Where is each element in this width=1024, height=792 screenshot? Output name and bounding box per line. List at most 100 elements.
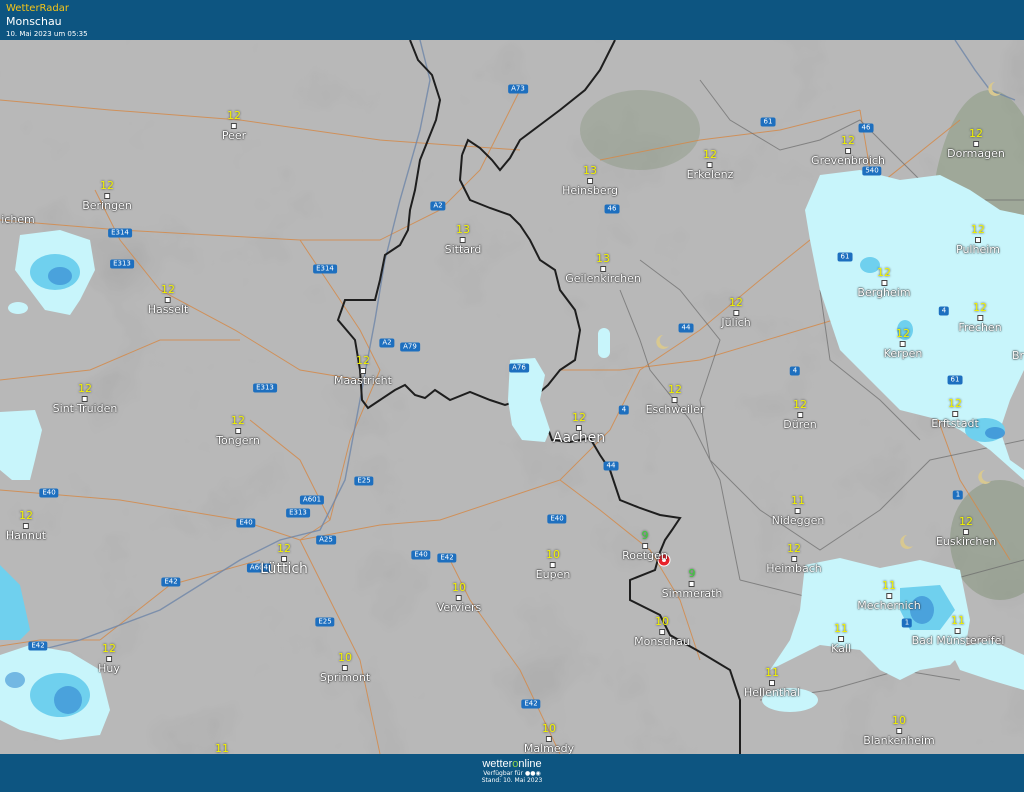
city-name: Simmerath [661,587,723,600]
city-name: Geilenkirchen [565,272,641,285]
city-marker[interactable]: 12 Pulheim [956,224,1000,256]
app-header: WetterRadar Monschau 10. Mai 2023 um 05:… [0,0,1024,40]
highway-shield: 4 [938,306,950,316]
city-marker[interactable]: 10 Eupen [536,549,571,581]
city-marker[interactable]: 11 Nideggen [772,495,825,527]
city-marker[interactable]: 12 Hasselt [148,284,189,316]
city-marker[interactable]: 12 Hannut [6,510,46,542]
city-temperature: 10 [452,581,466,594]
city-marker[interactable]: 12 Beringen [82,180,132,212]
city-name: Malmedy [523,742,575,755]
city-temperature: 9 [688,567,696,580]
city-temperature: 11 [764,666,779,679]
city-marker[interactable]: 11 Kall [831,623,851,655]
city-marker[interactable]: 12 Aachen [552,412,606,446]
city-marker[interactable]: 12 Bergheim [857,267,910,299]
highway-shield: 4 [789,366,801,376]
highway-shield: E42 [161,577,181,587]
city-temperature: 11 [881,579,896,592]
city-name: Erftstadt [931,417,979,430]
city-temperature: 12 [19,509,33,522]
city-temperature: 12 [230,414,245,427]
highway-shield: 540 [862,166,882,176]
city-temperature: 12 [356,354,370,367]
rain-heavy [5,672,25,688]
city-name: Huy [98,662,120,675]
highway-shield: E42 [521,699,541,709]
city-name: Maastricht [334,374,392,387]
city-marker[interactable]: 12 Lüttich [260,543,308,577]
city-marker[interactable]: 10 Monschau [634,616,690,648]
highway-shield: E314 [108,228,132,238]
city-marker[interactable]: 11 Mechernich [857,580,920,612]
city-name: Aachen [552,430,606,446]
city-temperature: 12 [100,179,114,192]
availability-text: Verfügbar für ●●◉ [483,770,541,777]
highway-shield: E42 [28,641,48,651]
city-name: Peer [221,129,247,142]
city-marker[interactable]: 12 Euskirchen [936,516,996,548]
city-marker[interactable]: 11 Hellenthal [744,667,800,699]
highway-shield: E40 [236,518,256,528]
city-marker[interactable]: 12 Sint-Truiden [53,383,118,415]
city-name: Hellenthal [744,686,800,699]
brand-logo[interactable]: wetteronline [0,758,1024,770]
city-marker[interactable]: 13 Heinsberg [562,165,618,197]
city-marker[interactable]: 12 Frechen [958,302,1001,334]
city-marker[interactable]: 12 Huy [98,643,120,675]
city-marker[interactable]: 12 Düren [783,399,816,431]
highway-shield: E313 [253,383,277,393]
highway-shield: E40 [411,550,431,560]
city-marker[interactable]: 12 Jülich [721,297,750,329]
highway-shield: A76 [509,363,529,373]
city-temperature: 13 [582,164,597,177]
highway-shield: E25 [354,476,374,486]
city-marker[interactable]: 13 Sittard [445,224,482,256]
city-name: Monschau [634,635,690,648]
city-temperature: 10 [655,615,669,628]
highway-shield: E25 [315,617,335,627]
city-temperature: 12 [161,283,175,296]
city-marker[interactable]: 12 Maastricht [334,355,392,387]
city-marker[interactable]: 12 Erkelenz [687,149,734,181]
city-temperature: 12 [896,327,910,340]
rain-light [598,328,610,358]
highway-shield: 4 [618,405,630,415]
city-marker[interactable]: 10 Malmedy [523,723,575,755]
city-marker[interactable]: 9 Roetgen [622,530,668,562]
city-marker[interactable]: 12 Dormagen [947,128,1005,160]
city-marker[interactable]: 12 Tongern [216,415,260,447]
city-marker[interactable]: 12 Grevenbroich [811,135,885,167]
city-marker[interactable]: 13 Geilenkirchen [565,253,641,285]
city-name: Bergheim [857,286,911,299]
city-marker[interactable]: 12 Erftstadt [931,398,979,430]
highway-shield: A25 [316,535,336,545]
city-name: Heimbach [766,562,822,575]
city-marker[interactable]: 9 Simmerath [662,568,723,600]
city-temperature: 12 [876,266,891,279]
timestamp: 10. Mai 2023 um 05:35 [6,30,88,38]
city-temperature: 12 [793,398,807,411]
city-name: Heinsberg [562,184,618,197]
city-temperature: 11 [834,622,848,635]
city-marker[interactable]: 10 Blankenheim [863,715,935,747]
highway-shield: E40 [547,514,567,524]
city-marker[interactable]: 12 Kerpen [884,328,923,360]
city-marker[interactable]: 10 Verviers [437,582,482,614]
city-marker[interactable]: 11 Bad Münstereifel [912,615,1005,647]
city-marker[interactable]: 12 Peer [222,110,246,142]
city-temperature: 13 [595,252,610,265]
city-name: Dormagen [947,147,1005,160]
city-temperature: 12 [973,301,987,314]
city-temperature: 12 [227,109,241,122]
city-name: Eupen [535,568,571,581]
city-marker[interactable]: 12 Eschweiler [646,384,705,416]
terrain-green [580,90,700,170]
city-temperature: 10 [338,651,352,664]
city-marker[interactable]: 12 Heimbach [766,543,822,575]
highway-shield: A2 [379,338,395,348]
highway-shield: 44 [603,461,619,471]
radar-map[interactable]: A73 61 46 540 A2 46 E314 E313 E314 61 4 44 A2 A79 A76 4… [0,40,1024,754]
app-name: WetterRadar [6,3,70,14]
city-marker[interactable]: 10 Sprimont [320,652,370,684]
